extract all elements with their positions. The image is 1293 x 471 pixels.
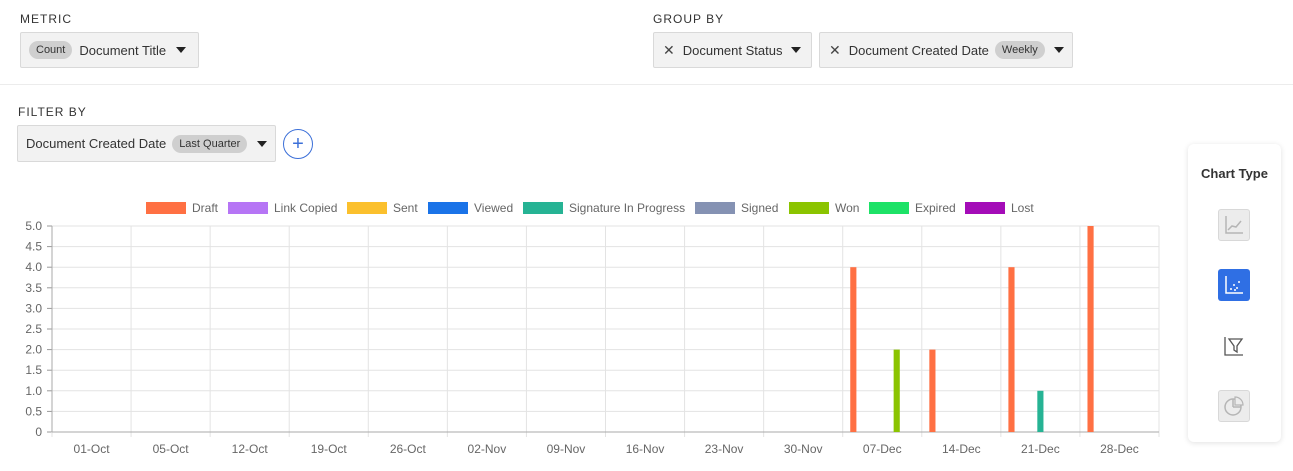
- x-tick-label: 21-Dec: [1021, 442, 1060, 456]
- metric-dropdown[interactable]: Count Document Title: [20, 32, 199, 68]
- x-tick-label: 12-Oct: [232, 442, 269, 456]
- interval-badge[interactable]: Weekly: [994, 41, 1045, 59]
- legend-swatch: [228, 202, 268, 214]
- group-by-date-label: Document Created Date: [848, 42, 989, 58]
- y-tick-label: 1.0: [25, 384, 42, 398]
- legend-label: Link Copied: [274, 201, 338, 215]
- bar-chart-icon: [1225, 276, 1243, 294]
- y-tick-label: 2.0: [25, 343, 42, 357]
- pie-chart-button[interactable]: [1218, 390, 1250, 422]
- y-tick-label: 0: [35, 425, 42, 439]
- legend-label: Sent: [393, 201, 418, 215]
- pie-chart-icon: [1224, 396, 1244, 416]
- legend-label: Signed: [741, 201, 779, 215]
- x-tick-label: 07-Dec: [863, 442, 902, 456]
- legend-item[interactable]: Link Copied: [228, 201, 337, 215]
- legend-item[interactable]: Viewed: [428, 201, 513, 215]
- x-tick-label: 14-Dec: [942, 442, 981, 456]
- x-tick-label: 28-Dec: [1100, 442, 1139, 456]
- legend-label: Signature In Progress: [569, 201, 686, 215]
- x-tick-label: 05-Oct: [153, 442, 190, 456]
- chevron-down-icon[interactable]: [257, 140, 268, 147]
- y-tick-label: 3.5: [25, 281, 42, 295]
- bar-chart-button[interactable]: [1218, 269, 1250, 301]
- line-chart-icon: [1225, 216, 1243, 234]
- filter-dropdown[interactable]: Document Created Date Last Quarter: [17, 125, 276, 162]
- x-tick-label: 19-Oct: [311, 442, 348, 456]
- bar: [1037, 390, 1044, 432]
- legend-item[interactable]: Sent: [347, 201, 418, 215]
- legend-label: Lost: [1011, 201, 1034, 215]
- legend-swatch: [869, 202, 909, 214]
- filter-value-badge[interactable]: Last Quarter: [172, 134, 248, 153]
- x-tick-label: 01-Oct: [74, 442, 111, 456]
- bar: [1008, 267, 1015, 432]
- chart-type-panel: Chart Type: [1188, 144, 1281, 442]
- x-tick-label: 30-Nov: [784, 442, 823, 456]
- filter-by-label: FILTER BY: [18, 105, 87, 119]
- bar: [850, 267, 857, 432]
- y-tick-label: 4.5: [25, 240, 42, 254]
- legend-item[interactable]: Signed: [695, 201, 778, 215]
- legend-swatch: [428, 202, 468, 214]
- legend-swatch: [347, 202, 387, 214]
- legend-item[interactable]: Signature In Progress: [523, 201, 685, 215]
- x-tick-label: 16-Nov: [626, 442, 665, 456]
- group-by-status-label: Document Status: [682, 42, 783, 58]
- group-by-label: GROUP BY: [653, 12, 725, 26]
- legend-label: Viewed: [474, 201, 514, 215]
- metric-field-label: Document Title: [79, 42, 167, 58]
- y-tick-label: 1.5: [25, 363, 42, 377]
- legend-item[interactable]: Draft: [146, 201, 218, 215]
- legend-swatch: [695, 202, 735, 214]
- y-tick-label: 5.0: [25, 219, 42, 233]
- add-filter-button[interactable]: +: [283, 129, 313, 159]
- bar: [929, 349, 936, 432]
- x-tick-label: 02-Nov: [468, 442, 507, 456]
- line-chart-button[interactable]: [1218, 209, 1250, 241]
- y-tick-label: 3.0: [25, 301, 42, 315]
- chevron-down-icon[interactable]: [791, 47, 802, 53]
- legend-label: Expired: [915, 201, 956, 215]
- remove-group-date-icon[interactable]: ✕: [829, 42, 841, 59]
- group-by-status-dropdown[interactable]: ✕ Document Status: [653, 32, 812, 68]
- y-tick-label: 0.5: [25, 404, 42, 418]
- legend-item[interactable]: Lost: [965, 201, 1034, 215]
- chart-legend: Draft Link Copied Sent Viewed Signature In P…: [0, 201, 1293, 219]
- chevron-down-icon[interactable]: [176, 47, 187, 53]
- legend-swatch: [146, 202, 186, 214]
- x-tick-label: 23-Nov: [705, 442, 744, 456]
- y-tick-label: 2.5: [25, 322, 42, 336]
- filter-field-label: Document Created Date: [26, 136, 167, 151]
- group-by-date-dropdown[interactable]: ✕ Document Created Date Weekly: [819, 32, 1073, 68]
- legend-swatch: [965, 202, 1005, 214]
- bar: [893, 349, 900, 432]
- plus-icon: +: [292, 133, 304, 155]
- legend-item[interactable]: Won: [789, 201, 859, 215]
- remove-group-status-icon[interactable]: ✕: [663, 42, 675, 59]
- metric-aggregation-badge[interactable]: Count: [29, 41, 73, 59]
- bar-chart: 0 0.5 1.0 1.5 2.0 2.5 3.0 3.5 4.0 4.5 5.0 01-Oct 05-…: [25, 219, 1160, 456]
- legend-label: Draft: [192, 201, 219, 215]
- legend-swatch: [523, 202, 563, 214]
- legend-item[interactable]: Expired: [869, 201, 956, 215]
- chevron-down-icon[interactable]: [1053, 47, 1064, 53]
- funnel-chart-icon: [1224, 337, 1244, 356]
- chart-type-title: Chart Type: [1201, 166, 1268, 181]
- metric-label: METRIC: [20, 12, 72, 26]
- x-tick-label: 26-Oct: [390, 442, 427, 456]
- bar: [1087, 226, 1094, 432]
- x-tick-label: 09-Nov: [547, 442, 586, 456]
- header-divider: [0, 84, 1293, 85]
- funnel-chart-button[interactable]: [1218, 330, 1250, 362]
- legend-label: Won: [835, 201, 860, 215]
- y-tick-label: 4.0: [25, 260, 42, 274]
- legend-swatch: [789, 202, 829, 214]
